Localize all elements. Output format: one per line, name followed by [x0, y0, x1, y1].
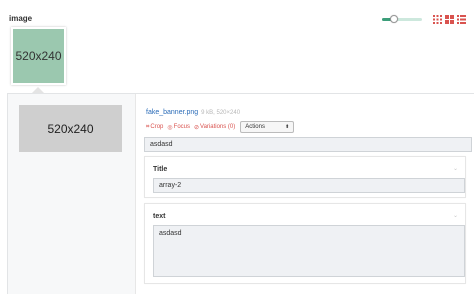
zoom-slider[interactable]	[382, 14, 422, 24]
field-label: image	[9, 14, 33, 23]
focus-icon: ◎	[167, 124, 173, 131]
file-info: 9 kB, 520×240	[201, 110, 241, 116]
file-name-link[interactable]: fake_banner.png	[146, 109, 198, 116]
actions-select[interactable]: Actions ⬍	[240, 121, 295, 133]
slider-knob[interactable]	[390, 15, 398, 23]
collapse-chevron-icon[interactable]: ⌄	[453, 165, 459, 172]
grid-small-icon[interactable]	[445, 14, 454, 24]
crop-label: Crop	[150, 124, 164, 130]
focus-label: Focus	[173, 124, 190, 130]
list-icon[interactable]	[457, 14, 466, 24]
image-detail-panel: 520x240 fake_banner.png 9 kB, 520×240 ⌗ Cr…	[7, 93, 474, 294]
description-input[interactable]: asdasd	[144, 137, 472, 152]
crop-icon: ⌗	[146, 123, 150, 130]
variations-icon: ⊘	[194, 124, 200, 131]
grid-large-icon[interactable]	[433, 14, 442, 24]
variations-label: Variations (0)	[200, 124, 236, 130]
image-meta: fake_banner.png 9 kB, 520×240 ⌗ Crop ◎ Focu…	[135, 94, 474, 294]
collapse-chevron-icon[interactable]: ⌄	[453, 212, 459, 219]
crop-button[interactable]: ⌗ Crop	[146, 124, 163, 131]
select-arrows-icon: ⬍	[285, 124, 290, 130]
image-thumbnail[interactable]: 520x240	[11, 27, 66, 85]
view-toolbar	[382, 14, 466, 24]
focus-button[interactable]: ◎ Focus	[167, 124, 190, 131]
text-field-label: text	[153, 213, 166, 220]
file-line: fake_banner.png 9 kB, 520×240	[146, 109, 240, 116]
text-field-block: text ⌄ asdasd	[144, 203, 466, 284]
image-preview: 520x240	[19, 105, 122, 152]
title-field-block: Title ⌄ array-2	[144, 156, 466, 198]
image-actions: ⌗ Crop ◎ Focus ⊘ Variations (0) Actions ⬍	[146, 121, 295, 133]
variations-button[interactable]: ⊘ Variations (0)	[194, 124, 235, 131]
title-field-label: Title	[153, 166, 168, 173]
thumbnail-placeholder: 520x240	[13, 29, 64, 83]
text-textarea[interactable]: asdasd	[153, 225, 465, 277]
actions-select-value: Actions	[245, 124, 265, 130]
title-input[interactable]: array-2	[153, 178, 465, 193]
